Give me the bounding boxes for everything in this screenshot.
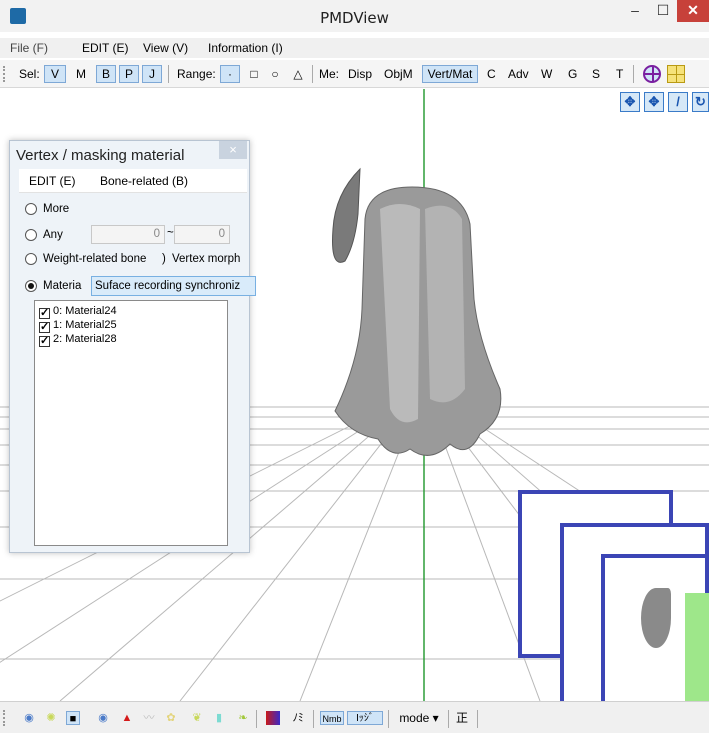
flower-icon[interactable]: ✿ (164, 711, 178, 725)
rotate-icon[interactable]: ↻ (692, 92, 709, 112)
menu-information[interactable]: Information (I) (208, 41, 283, 55)
close-icon[interactable]: × (219, 141, 247, 159)
list-item[interactable]: ✓ 0: Material24 (39, 305, 117, 319)
toolbar-separator (448, 710, 449, 728)
bottom-toolbar: ◉ ✺ ■ ◉ ▲ 〰 ✿ ❦ ▮ ❧ ﾉﾐ Nmb Iｯｼﾞ mode ▾ 正 (0, 701, 709, 733)
list-item-label: 1: Material25 (53, 319, 117, 331)
star-icon[interactable]: ✺ (44, 711, 58, 725)
preview-ear-thumb (641, 588, 671, 648)
triangle-icon[interactable]: ▲ (120, 711, 134, 725)
color-icon[interactable] (266, 711, 280, 725)
objm-button[interactable]: ObjM (381, 65, 416, 83)
circle-icon[interactable]: ◉ (96, 711, 110, 725)
bone-icon[interactable]: ❦ (190, 711, 204, 725)
vertex-morph-label[interactable]: Vertex morph (172, 253, 240, 265)
list-item[interactable]: ✓ 1: Material25 (39, 319, 117, 333)
edge-button[interactable]: Iｯｼﾞ (347, 711, 383, 725)
radio-weight-bone-label: Weight-related bone (43, 253, 147, 265)
toolbar-grip[interactable] (3, 66, 6, 82)
menu-edit[interactable]: EDIT (E) (82, 41, 128, 55)
leaf-icon[interactable]: ❧ (236, 711, 250, 725)
checkbox-material24[interactable]: ✓ (39, 308, 50, 319)
radio-any[interactable] (25, 229, 37, 241)
panel-menu-bone-related[interactable]: Bone-related (B) (100, 174, 188, 188)
nmb-button[interactable]: Nmb (320, 711, 344, 725)
radio-more-label: More (43, 203, 70, 215)
toolbar-separator (388, 710, 389, 728)
main-toolbar: Sel: V M B P J Range: · □ ○ △ Me: Disp O… (0, 60, 709, 88)
toolbar-separator (312, 65, 313, 83)
view-nav-icons: ✥ ✥ / ↻ (620, 92, 709, 112)
any-to-input[interactable]: 0 (174, 225, 230, 244)
sel-p-button[interactable]: P (119, 65, 139, 83)
toolbar-separator (633, 65, 634, 83)
close-icon[interactable]: ✕ (677, 0, 709, 22)
radio-any-label: Any (43, 229, 63, 241)
title-bar: PMDView – ☐ ✕ (0, 0, 709, 32)
material-list[interactable]: ✓ 0: Material24 ✓ 1: Material25 ✓ 2: Materi… (34, 300, 228, 546)
disp-button[interactable]: Disp (345, 65, 375, 83)
range-triangle-button[interactable]: △ (290, 65, 306, 83)
adv-button[interactable]: Adv (505, 65, 532, 83)
grid-icon[interactable] (667, 65, 685, 83)
radio-material-label: Materia (43, 280, 82, 292)
minimize-icon[interactable]: – (621, 0, 649, 22)
paren-label: ) (162, 253, 166, 265)
range-label: Range: (177, 67, 216, 81)
radio-material[interactable] (25, 280, 37, 292)
panel-menu-edit[interactable]: EDIT (E) (29, 174, 75, 188)
pan-icon[interactable]: ✥ (644, 92, 664, 112)
sel-label: Sel: (19, 67, 40, 81)
toolbar-separator (256, 710, 257, 728)
t-button[interactable]: T (613, 65, 626, 83)
range-circle-button[interactable]: ○ (267, 65, 283, 83)
any-tilde: ~ (167, 227, 174, 239)
panel-menu-bar: EDIT (E) Bone-related (B) (19, 169, 247, 193)
range-rect-button[interactable]: □ (246, 65, 262, 83)
toolbar-grip[interactable] (3, 710, 6, 726)
list-item-label: 0: Material24 (53, 305, 117, 317)
hair-model (332, 167, 502, 456)
mode-dropdown[interactable]: mode ▾ (395, 711, 443, 725)
menu-view[interactable]: View (V) (143, 41, 188, 55)
radio-weight-bone[interactable] (25, 253, 37, 265)
menu-bar: File (F) EDIT (E) View (V) Information (… (0, 38, 709, 58)
menu-file[interactable]: File (F) (10, 41, 48, 55)
me-label: Me: (319, 67, 340, 81)
sei-button[interactable]: 正 (455, 711, 469, 725)
panel-title: Vertex / masking material (16, 147, 185, 164)
maximize-icon[interactable]: ☐ (649, 0, 677, 22)
list-item[interactable]: ✓ 2: Material28 (39, 333, 117, 347)
target-icon[interactable] (643, 65, 661, 83)
sel-v-button[interactable]: V (44, 65, 66, 83)
g-button[interactable]: G (565, 65, 580, 83)
c-button[interactable]: C (484, 65, 499, 83)
material-combo[interactable]: Suface recording synchroniz (91, 276, 256, 296)
nomi-button[interactable]: ﾉﾐ (288, 711, 308, 725)
list-item-label: 2: Material28 (53, 333, 117, 345)
any-from-input[interactable]: 0 (91, 225, 165, 244)
sel-b-button[interactable]: B (96, 65, 116, 83)
toolbar-separator (313, 710, 314, 728)
vert-mat-button[interactable]: Vert/Mat (422, 65, 478, 83)
range-point-button[interactable]: · (220, 65, 240, 83)
move-icon[interactable]: ✥ (620, 92, 640, 112)
s-button[interactable]: S (589, 65, 603, 83)
tool-icon[interactable]: / (668, 92, 688, 112)
toolbar-separator (477, 710, 478, 728)
toolbar-separator (168, 65, 169, 83)
radio-more[interactable] (25, 203, 37, 215)
dot-icon[interactable]: ◉ (22, 711, 36, 725)
checkbox-material25[interactable]: ✓ (39, 322, 50, 333)
checkbox-material28[interactable]: ✓ (39, 336, 50, 347)
sel-j-button[interactable]: J (142, 65, 162, 83)
w-button[interactable]: W (538, 65, 555, 83)
pmdview-window: PMDView – ☐ ✕ File (F) EDIT (E) View (V)… (0, 0, 709, 733)
window-title: PMDView (320, 9, 389, 27)
wave-icon[interactable]: 〰 (142, 711, 156, 725)
capsule-icon[interactable]: ▮ (212, 711, 226, 725)
sel-m-button[interactable]: M (72, 65, 90, 83)
square-icon[interactable]: ■ (66, 711, 80, 725)
